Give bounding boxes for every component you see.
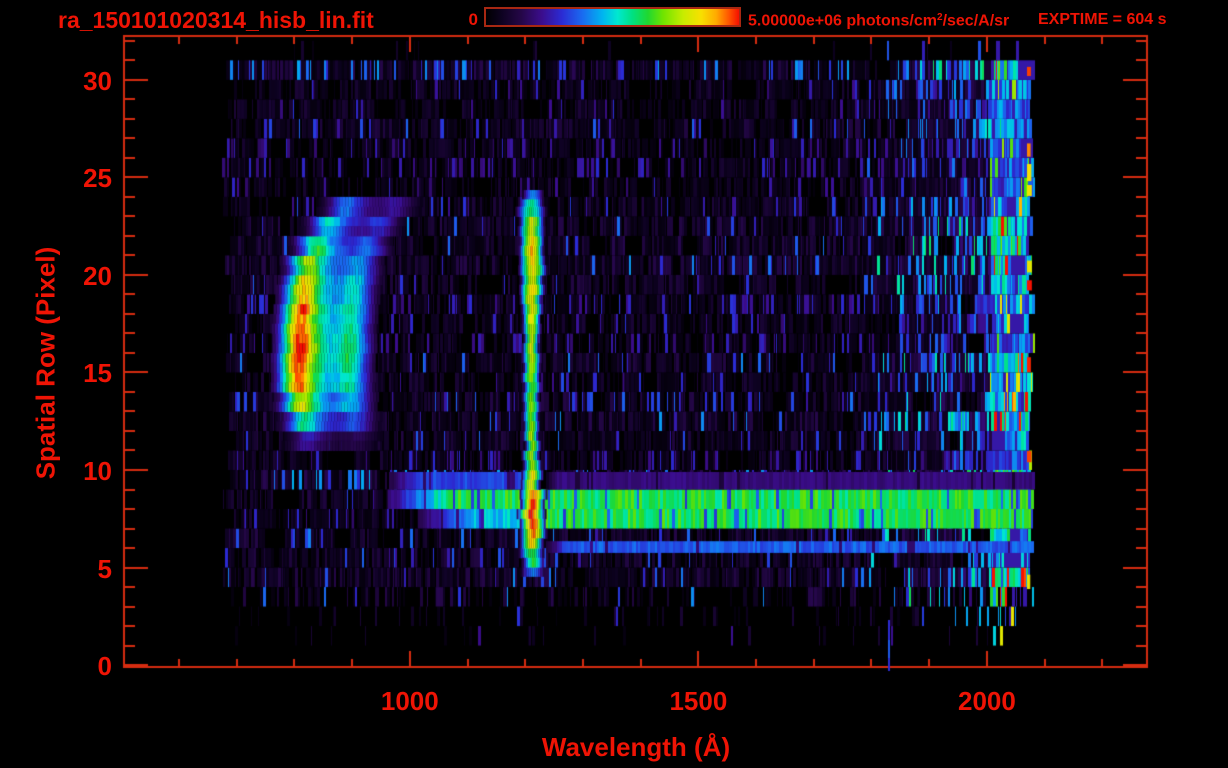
y-tick-label: 30: [83, 65, 112, 96]
colorbar-min-label: 0: [468, 10, 478, 29]
y-tick-label: 10: [83, 456, 112, 486]
y-tick-label: 25: [83, 163, 112, 194]
colorbar-max-label: 5.00000e+06 photons/cm2/sec/A/sr: [748, 11, 1009, 30]
plot-window: ra_150101020314_hisb_lin.fit 0 5.00000e+…: [0, 0, 1228, 768]
x-axis-title: Wavelength (Å): [541, 732, 731, 762]
colorbar-unit-exponent: 2: [937, 12, 943, 23]
x-tick-label: 2000: [957, 686, 1016, 716]
file-title: ra_150101020314_hisb_lin.fit: [58, 7, 374, 33]
y-tick-label: 20: [83, 260, 112, 291]
spectral-heatmap-canvas: [0, 0, 1228, 768]
y-tick-label: 15: [83, 358, 112, 389]
colorbar-unit-suffix: /sec/A/sr: [942, 12, 1010, 30]
colorbar-max-value: 5.00000e+06: [748, 12, 847, 30]
colorbar-unit-prefix: photons/cm: [846, 12, 937, 30]
exptime-label: EXPTIME = 604 s: [1038, 11, 1167, 28]
colorbar-gradient: [484, 7, 741, 27]
x-tick-label: 1500: [669, 686, 728, 716]
y-tick-label: 5: [97, 553, 112, 584]
x-tick-label: 1000: [380, 686, 439, 716]
y-tick-label: 0: [97, 651, 112, 682]
